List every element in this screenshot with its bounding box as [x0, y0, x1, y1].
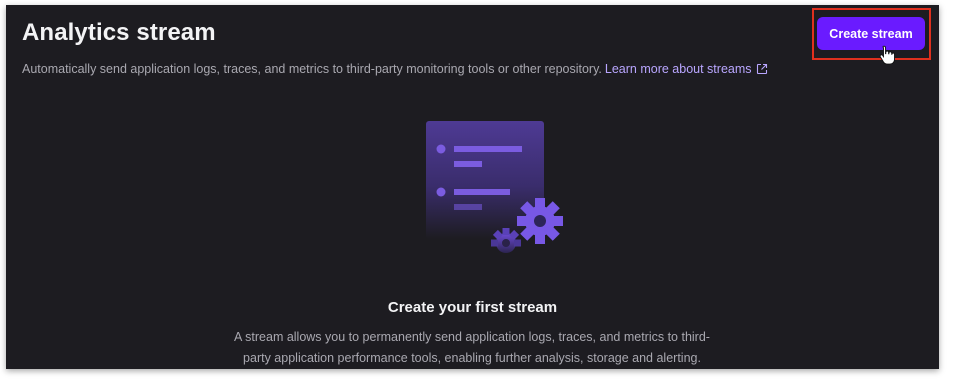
learn-more-link[interactable]: Learn more about streams — [605, 62, 768, 76]
learn-more-label: Learn more about streams — [604, 62, 752, 76]
create-stream-button[interactable]: Create stream — [817, 17, 925, 50]
external-link-icon — [756, 63, 768, 78]
stream-gear-illustration — [420, 119, 570, 264]
page-subtitle: Automatically send application logs, tra… — [22, 62, 768, 78]
hand-pointer-icon — [879, 45, 895, 70]
page-title: Analytics stream — [22, 19, 216, 46]
empty-state-title: Create your first stream — [387, 299, 558, 316]
subtitle-text: Automatically send application logs, tra… — [22, 62, 602, 76]
analytics-stream-page: Analytics stream Automatically send appl… — [6, 5, 939, 369]
empty-state-description: A stream allows you to permanently send … — [234, 330, 710, 365]
